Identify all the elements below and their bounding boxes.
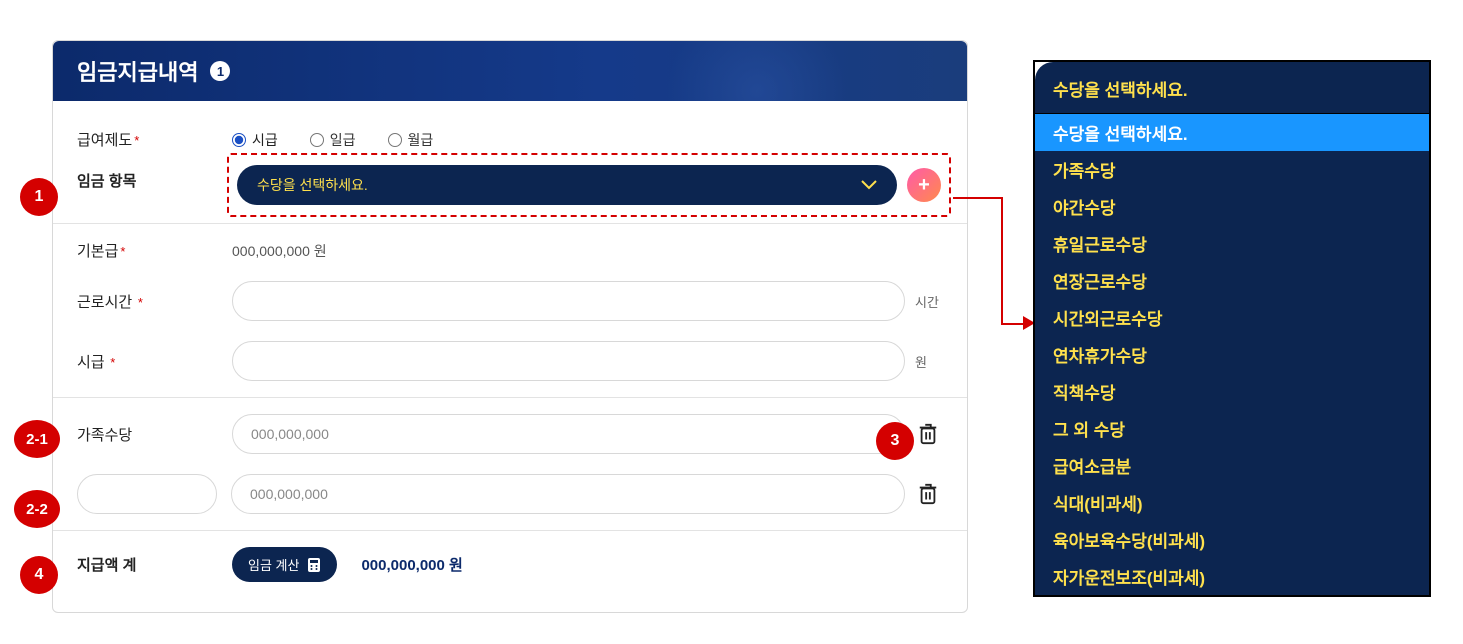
label-wage-item: 임금 항목 <box>77 170 232 191</box>
row-wage-item: 임금 항목 <box>77 160 943 201</box>
dropdown-option[interactable]: 연차휴가수당 <box>1035 336 1429 373</box>
divider <box>53 223 967 224</box>
divider <box>53 530 967 531</box>
dropdown-option[interactable]: 가족수당 <box>1035 151 1429 188</box>
panel-header: 임금지급내역 1 <box>53 41 967 101</box>
allowance-custom-name-input[interactable] <box>77 474 217 514</box>
divider <box>53 397 967 398</box>
row-total: 지급액 계 임금 계산 000,000,000 원 <box>77 537 943 592</box>
delete-allowance-custom-button[interactable] <box>913 479 943 509</box>
hourly-rate-input[interactable] <box>232 341 905 381</box>
row-allowance-family: 가족수당 000,000,000 <box>77 404 943 464</box>
annotation-arrow <box>1001 323 1025 325</box>
delete-allowance-family-button[interactable] <box>913 419 943 449</box>
row-hourly-rate: 시급 * 원 <box>77 331 943 391</box>
allowance-custom-value-input[interactable]: 000,000,000 <box>231 474 905 514</box>
pay-system-radio-group: 시급 일급 월급 <box>232 130 433 150</box>
label-allowance-family: 가족수당 <box>77 424 232 445</box>
popup-header: 수당을 선택하세요. <box>1035 62 1429 113</box>
trash-icon <box>917 482 939 506</box>
dropdown-option[interactable]: 휴일근로수당 <box>1035 225 1429 262</box>
callout-2-1: 2-1 <box>14 420 60 458</box>
radio-hourly[interactable]: 시급 <box>232 130 278 150</box>
row-pay-system: 급여제도* 시급 일급 월급 <box>77 119 943 160</box>
trash-icon <box>917 422 939 446</box>
header-badge: 1 <box>210 61 230 81</box>
required-mark: * <box>120 244 125 259</box>
popup-header-wrap: 수당을 선택하세요. <box>1035 62 1429 114</box>
allowance-dropdown-popup: 수당을 선택하세요. 수당을 선택하세요. 가족수당 야간수당 휴일근로수당 연… <box>1033 60 1431 597</box>
required-mark: * <box>134 295 143 310</box>
callout-4: 4 <box>20 556 58 594</box>
total-value: 000,000,000 원 <box>361 554 462 575</box>
page-title: 임금지급내역 <box>77 55 198 87</box>
dropdown-option[interactable]: 자가운전보조(비과세) <box>1035 558 1429 595</box>
dropdown-option[interactable]: 수당을 선택하세요. <box>1035 114 1429 151</box>
callout-3: 3 <box>876 422 914 460</box>
dropdown-options-list: 수당을 선택하세요. 가족수당 야간수당 휴일근로수당 연장근로수당 시간외근로… <box>1035 114 1429 595</box>
dropdown-option[interactable]: 육아보육수당(비과세) <box>1035 521 1429 558</box>
dropdown-option[interactable]: 시간외근로수당 <box>1035 299 1429 336</box>
allowance-family-input[interactable]: 000,000,000 <box>232 414 905 454</box>
required-mark: * <box>107 355 116 370</box>
radio-daily[interactable]: 일급 <box>310 130 356 150</box>
radio-daily-input[interactable] <box>310 133 324 147</box>
dropdown-option[interactable]: 야간수당 <box>1035 188 1429 225</box>
callout-2-2: 2-2 <box>14 490 60 528</box>
base-pay-value: 000,000,000 원 <box>232 241 327 261</box>
required-mark: * <box>134 133 139 148</box>
radio-hourly-input[interactable] <box>232 133 246 147</box>
panel-body: 급여제도* 시급 일급 월급 임금 항목 <box>53 101 967 612</box>
label-work-hours: 근로시간 * <box>77 291 232 312</box>
label-pay-system: 급여제도* <box>77 129 232 150</box>
dropdown-option[interactable]: 연장근로수당 <box>1035 262 1429 299</box>
wage-payment-panel: 임금지급내역 1 급여제도* 시급 일급 월급 <box>52 40 968 613</box>
radio-monthly-input[interactable] <box>388 133 402 147</box>
calculator-icon <box>307 557 321 573</box>
unit-won: 원 <box>915 352 943 371</box>
row-allowance-custom: 000,000,000 <box>77 464 943 524</box>
label-base-pay: 기본급* <box>77 240 232 261</box>
dropdown-option[interactable]: 그 외 수당 <box>1035 410 1429 447</box>
work-hours-input[interactable] <box>232 281 905 321</box>
annotation-arrow <box>1001 197 1003 325</box>
label-hourly-rate: 시급 * <box>77 351 232 372</box>
dropdown-option[interactable]: 직책수당 <box>1035 373 1429 410</box>
calculate-wage-button[interactable]: 임금 계산 <box>232 547 337 582</box>
row-base-pay: 기본급* 000,000,000 원 <box>77 230 943 271</box>
dropdown-option[interactable]: 급여소급분 <box>1035 447 1429 484</box>
label-total: 지급액 계 <box>77 554 232 575</box>
callout-1: 1 <box>20 178 58 216</box>
dropdown-option[interactable]: 식대(비과세) <box>1035 484 1429 521</box>
radio-monthly[interactable]: 월급 <box>388 130 434 150</box>
row-work-hours: 근로시간 * 시간 <box>77 271 943 331</box>
annotation-arrow <box>953 197 1003 199</box>
unit-hours: 시간 <box>915 292 943 311</box>
